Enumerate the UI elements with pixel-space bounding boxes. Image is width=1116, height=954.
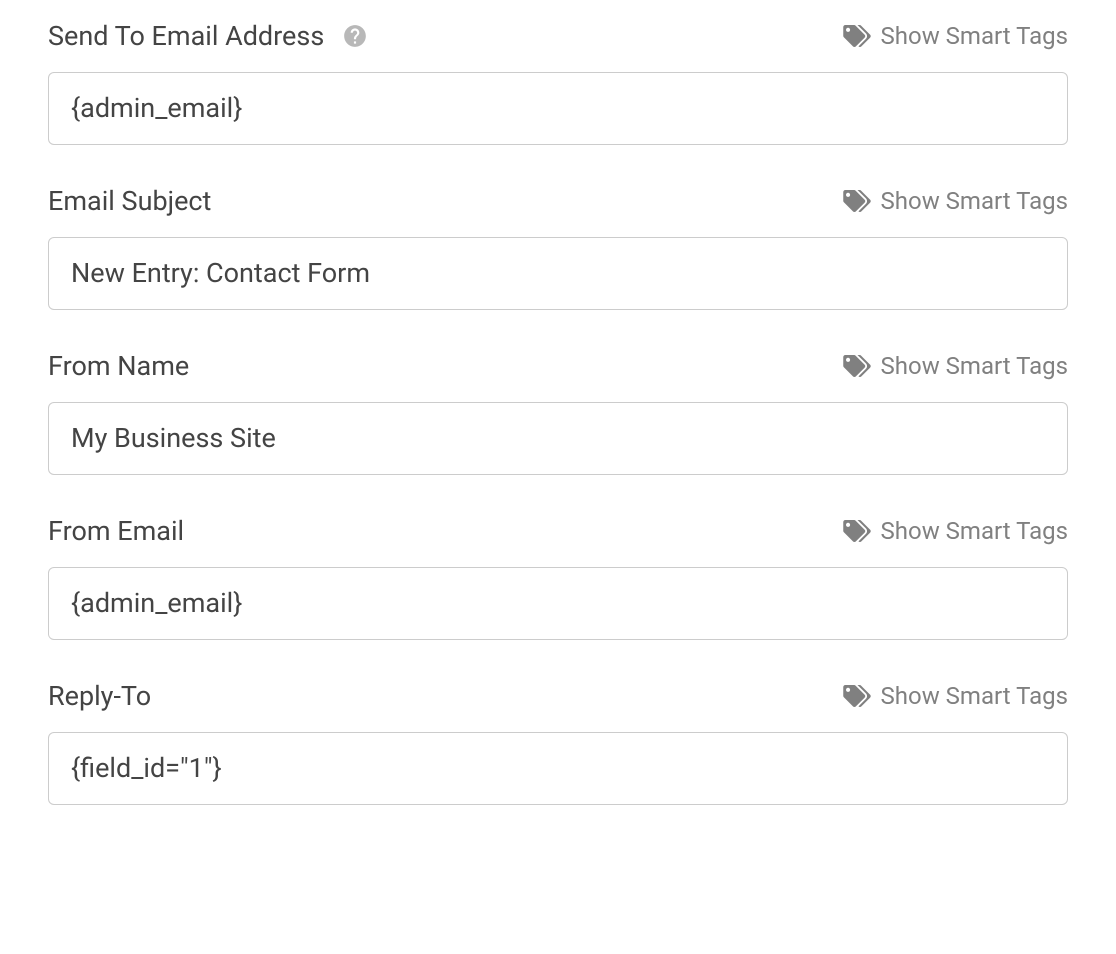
tags-icon: [843, 685, 871, 707]
field-label-from-email: From Email: [48, 515, 184, 547]
field-group-from-email: From Email Show Smart Tags: [48, 515, 1068, 640]
tags-icon: [843, 520, 871, 542]
label-text: Email Subject: [48, 185, 211, 217]
send-to-input[interactable]: [48, 72, 1068, 145]
smart-tags-label: Show Smart Tags: [881, 517, 1068, 545]
field-label-send-to: Send To Email Address: [48, 20, 368, 52]
tags-icon: [843, 25, 871, 47]
field-header: Reply-To Show Smart Tags: [48, 680, 1068, 712]
smart-tags-label: Show Smart Tags: [881, 22, 1068, 50]
field-group-send-to: Send To Email Address Show Smart Tags: [48, 20, 1068, 145]
from-name-input[interactable]: [48, 402, 1068, 475]
smart-tags-label: Show Smart Tags: [881, 682, 1068, 710]
field-label-from-name: From Name: [48, 350, 189, 382]
label-text: From Name: [48, 350, 189, 382]
field-header: From Name Show Smart Tags: [48, 350, 1068, 382]
field-group-reply-to: Reply-To Show Smart Tags: [48, 680, 1068, 805]
show-smart-tags-link[interactable]: Show Smart Tags: [843, 352, 1068, 380]
label-text: Send To Email Address: [48, 20, 324, 52]
subject-input[interactable]: [48, 237, 1068, 310]
field-header: From Email Show Smart Tags: [48, 515, 1068, 547]
field-label-reply-to: Reply-To: [48, 680, 151, 712]
field-group-subject: Email Subject Show Smart Tags: [48, 185, 1068, 310]
show-smart-tags-link[interactable]: Show Smart Tags: [843, 187, 1068, 215]
tags-icon: [843, 355, 871, 377]
show-smart-tags-link[interactable]: Show Smart Tags: [843, 22, 1068, 50]
field-group-from-name: From Name Show Smart Tags: [48, 350, 1068, 475]
field-header: Send To Email Address Show Smart Tags: [48, 20, 1068, 52]
label-text: From Email: [48, 515, 184, 547]
show-smart-tags-link[interactable]: Show Smart Tags: [843, 517, 1068, 545]
show-smart-tags-link[interactable]: Show Smart Tags: [843, 682, 1068, 710]
tags-icon: [843, 190, 871, 212]
reply-to-input[interactable]: [48, 732, 1068, 805]
from-email-input[interactable]: [48, 567, 1068, 640]
help-icon[interactable]: [342, 23, 368, 49]
field-header: Email Subject Show Smart Tags: [48, 185, 1068, 217]
smart-tags-label: Show Smart Tags: [881, 352, 1068, 380]
label-text: Reply-To: [48, 680, 151, 712]
smart-tags-label: Show Smart Tags: [881, 187, 1068, 215]
field-label-subject: Email Subject: [48, 185, 211, 217]
